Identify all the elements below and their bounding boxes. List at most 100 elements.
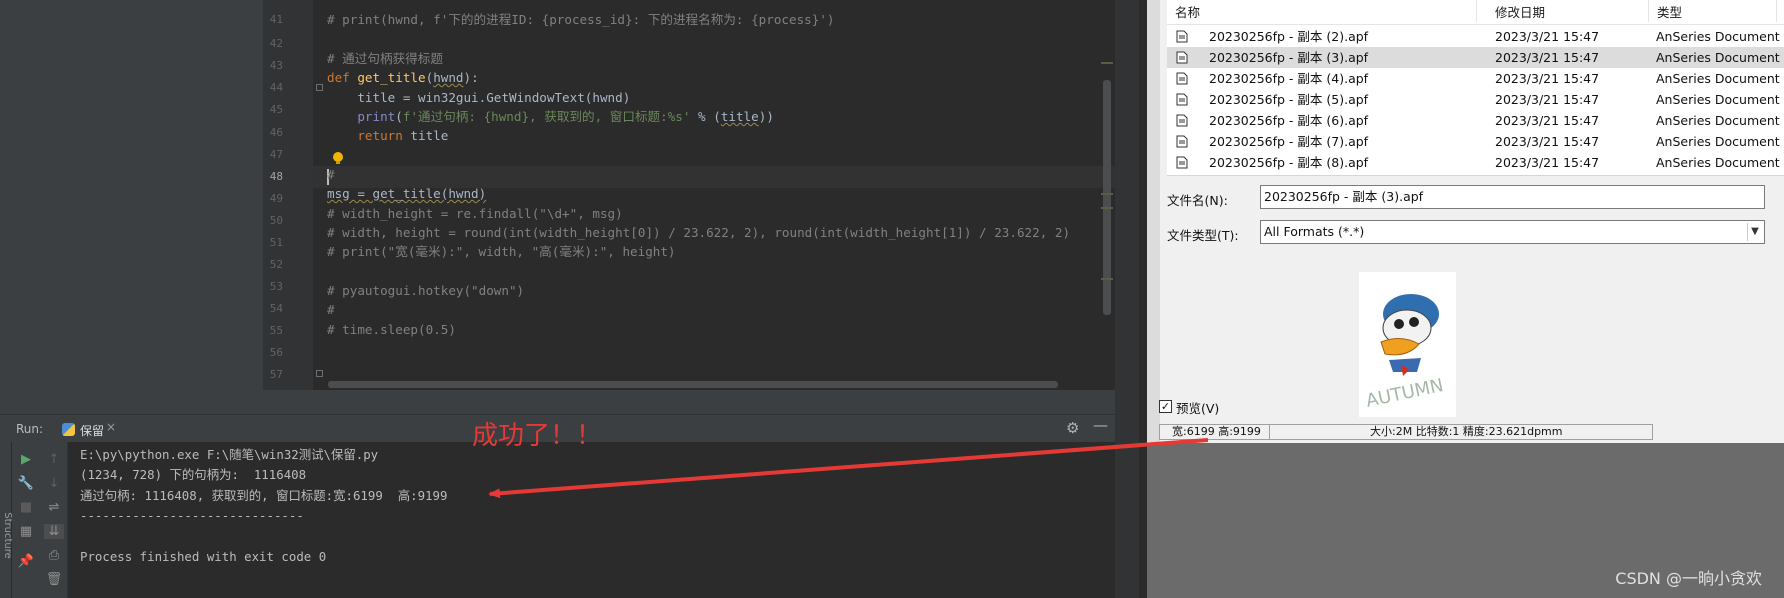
- line-number: 52: [269, 258, 283, 271]
- paren: )): [758, 109, 774, 124]
- filename-label: 文件名(N):: [1167, 193, 1228, 208]
- filetype-label: 文件类型(T):: [1167, 228, 1239, 243]
- file-date: 2023/3/21 15:47: [1495, 155, 1600, 170]
- image-info: 大小:2M 比特数:1 精度:23.621dpmm: [1370, 425, 1563, 438]
- file-icon: [1176, 156, 1188, 169]
- gear-icon[interactable]: ⚙: [1066, 419, 1079, 437]
- column-header-size[interactable]: 大: [1777, 0, 1784, 22]
- column-header-date[interactable]: 修改日期: [1487, 0, 1649, 22]
- keyword: return: [357, 128, 403, 143]
- close-icon[interactable]: ×: [106, 420, 116, 434]
- param: hwnd: [433, 70, 464, 85]
- code-line-41: # print(hwnd, f'下的的进程ID: {process_id}: 下…: [327, 12, 835, 27]
- line-number: 53: [269, 280, 283, 293]
- error-stripe-mark[interactable]: [1101, 62, 1113, 64]
- fstring: f'通过句柄: {hwnd}, 获取到的, 窗口标题:%s': [402, 109, 691, 124]
- image-dimensions: 宽:6199 高:9199: [1170, 425, 1270, 439]
- file-type: AnSeries Document: [1656, 113, 1780, 128]
- file-row[interactable]: 20230256fp - 副本 (3).apf 2023/3/21 15:47 An…: [1167, 47, 1784, 68]
- soft-wrap-icon[interactable]: ⇌: [44, 500, 64, 515]
- console-output[interactable]: E:\py\python.exe F:\随笔\win32测试\保留.py (12…: [68, 442, 1115, 598]
- trash-icon[interactable]: 🗑: [44, 572, 64, 587]
- line-number: 57: [269, 368, 283, 381]
- line-number: 51: [269, 236, 283, 249]
- pin-icon[interactable]: 📌: [16, 554, 36, 569]
- arrow-down-icon[interactable]: ↓: [44, 476, 64, 491]
- arrow-up-icon[interactable]: ↑: [44, 452, 64, 467]
- file-open-dialog: 名称 修改日期 类型 大 20230256fp - 副本 (2).apf2023…: [1147, 0, 1784, 443]
- minimize-icon[interactable]: —: [1093, 416, 1108, 434]
- success-annotation: 成功了！！: [472, 421, 603, 451]
- file-row[interactable]: 20230256fp - 副本 (5).apf 2023/3/21 15:47 An…: [1167, 89, 1784, 110]
- file-type: AnSeries Document: [1656, 29, 1780, 44]
- code-line-55: # pyautogui.hotkey("down"): [327, 283, 525, 298]
- line-number: 48: [269, 170, 283, 183]
- code-line-57: # time.sleep(0.5): [327, 322, 456, 337]
- file-row[interactable]: 20230256fp - 副本 (2).apf 2023/3/21 15:47 An…: [1167, 26, 1784, 47]
- file-row[interactable]: 20230256fp - 副本 (8).apf 2023/3/21 15:47 An…: [1167, 152, 1784, 173]
- code-text: msg = get_title(hwnd): [327, 186, 487, 201]
- layout-icon[interactable]: ▦: [16, 524, 36, 539]
- stop-icon[interactable]: ■: [16, 500, 36, 515]
- function-name: get_title: [357, 70, 426, 85]
- file-date: 2023/3/21 15:47: [1495, 29, 1600, 44]
- print-icon[interactable]: ⎙: [44, 548, 64, 563]
- line-number: 44: [269, 81, 283, 94]
- line-number: 41: [269, 13, 283, 26]
- file-name: 20230256fp - 副本 (4).apf: [1209, 71, 1369, 86]
- file-row[interactable]: 20230256fp - 副本 (6).apf 2023/3/21 15:47 An…: [1167, 110, 1784, 131]
- dialog-left-pane: [1147, 0, 1160, 443]
- file-list[interactable]: 名称 修改日期 类型 大 20230256fp - 副本 (2).apf2023…: [1167, 0, 1784, 176]
- console-toolbar: ↑ ↓ ⇌ ⇊ ⎙ 🗑: [40, 442, 68, 598]
- project-panel: [12, 0, 263, 414]
- error-stripe-mark[interactable]: [1101, 193, 1113, 195]
- column-header-type[interactable]: 类型: [1649, 0, 1777, 22]
- lightbulb-icon[interactable]: [333, 152, 343, 164]
- run-tab[interactable]: 保留: [80, 422, 104, 439]
- rerun-icon[interactable]: ▶: [16, 452, 36, 467]
- code-editor[interactable]: # print(hwnd, f'下的的进程ID: {process_id}: 下…: [313, 0, 1115, 390]
- file-icon: [1176, 93, 1188, 106]
- file-type: AnSeries Document: [1656, 155, 1780, 170]
- fold-marker-icon[interactable]: [316, 84, 323, 91]
- window-divider-edge: [1139, 0, 1147, 598]
- column-header-name[interactable]: 名称: [1167, 0, 1477, 22]
- line-number: 42: [269, 37, 283, 50]
- file-name: 20230256fp - 副本 (5).apf: [1209, 92, 1369, 107]
- scroll-to-end-icon[interactable]: ⇊: [44, 524, 64, 539]
- variable: title: [402, 128, 449, 143]
- file-name: 20230256fp - 副本 (8).apf: [1209, 155, 1369, 170]
- line-number: 46: [269, 126, 283, 139]
- ide-left-strip: [0, 0, 12, 414]
- filename-input[interactable]: 20230256fp - 副本 (3).apf: [1260, 185, 1765, 209]
- keyword: def: [327, 70, 358, 85]
- preview-label: 预览(V): [1176, 401, 1220, 416]
- error-stripe-mark[interactable]: [1101, 207, 1113, 209]
- paren: (: [395, 109, 403, 124]
- builtin-print: print: [357, 109, 396, 124]
- console-line: ------------------------------: [80, 508, 304, 523]
- file-date: 2023/3/21 15:47: [1495, 113, 1600, 128]
- preview-image: AUTUMN: [1359, 272, 1456, 417]
- file-icon: [1176, 114, 1188, 127]
- file-name: 20230256fp - 副本 (6).apf: [1209, 113, 1369, 128]
- code-line-44: def get_title(hwnd):: [327, 67, 479, 89]
- chevron-down-icon[interactable]: ▼: [1747, 223, 1762, 241]
- file-row[interactable]: 20230256fp - 副本 (4).apf 2023/3/21 15:47 An…: [1167, 68, 1784, 89]
- preview-checkbox[interactable]: ✓: [1159, 400, 1172, 413]
- editor-horizontal-scrollbar[interactable]: [328, 381, 1058, 388]
- file-date: 2023/3/21 15:47: [1495, 50, 1600, 65]
- file-date: 2023/3/21 15:47: [1495, 134, 1600, 149]
- error-stripe-mark[interactable]: [1101, 278, 1113, 280]
- filetype-select[interactable]: All Formats (*.*) ▼: [1260, 220, 1765, 244]
- editor-footer: [263, 390, 1115, 414]
- file-icon: [1176, 30, 1188, 43]
- run-panel-title: Run:: [16, 422, 44, 436]
- code-line-50: msg = get_title(hwnd): [327, 183, 486, 205]
- fold-marker-icon[interactable]: [316, 370, 323, 377]
- file-row[interactable]: 20230256fp - 副本 (7).apf 2023/3/21 15:47 An…: [1167, 131, 1784, 152]
- wrench-icon[interactable]: 🔧: [16, 476, 36, 491]
- header-divider: [1167, 24, 1784, 25]
- console-line: 通过句柄: 1116408, 获取到的, 窗口标题:宽:6199 高:9199: [80, 488, 448, 503]
